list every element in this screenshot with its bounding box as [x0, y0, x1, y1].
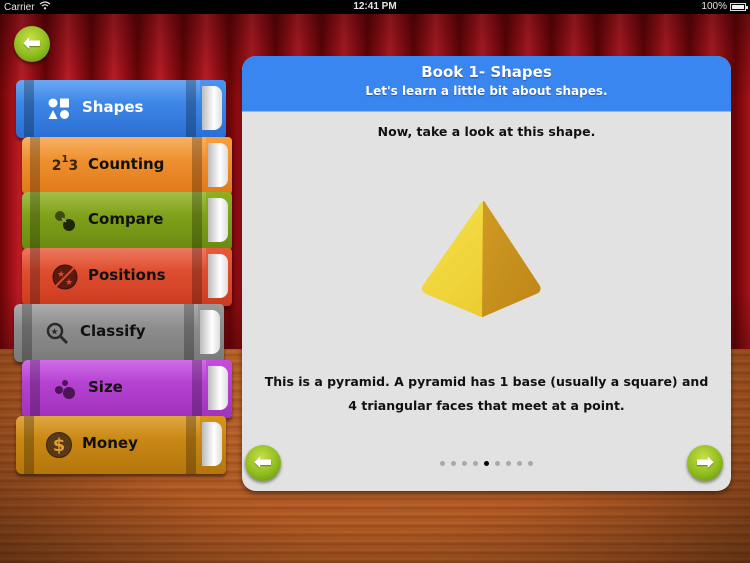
page-dot[interactable] — [495, 461, 500, 466]
compare-icon — [52, 208, 78, 234]
page-dot[interactable] — [462, 461, 467, 466]
back-button[interactable]: ⬅ — [14, 26, 50, 62]
pyramid-image — [418, 194, 548, 324]
panel-subtitle: Let's learn a little bit about shapes. — [365, 84, 608, 98]
size-dots-icon — [52, 376, 78, 402]
book-shapes[interactable]: Shapes — [16, 80, 226, 138]
magnifier-star-icon: ★ — [44, 320, 70, 346]
svg-text:★: ★ — [51, 328, 59, 338]
book-label: Money — [82, 434, 138, 452]
book-label: Classify — [80, 322, 146, 340]
lesson-description: This is a pyramid. A pyramid has 1 base … — [264, 374, 709, 413]
numbers-icon: 213 — [51, 153, 79, 175]
arrow-left-icon: ⬅ — [22, 31, 42, 56]
next-page-button[interactable]: ➡ — [687, 445, 723, 481]
book-label: Shapes — [82, 98, 144, 116]
status-bar: Carrier 12:41 PM 100% — [0, 0, 750, 14]
page-dot[interactable] — [506, 461, 511, 466]
panel-title: Book 1- Shapes — [421, 63, 552, 81]
book-label: Compare — [88, 210, 164, 228]
book-size[interactable]: Size — [22, 360, 232, 418]
page-dot[interactable] — [517, 461, 522, 466]
page-dot-active[interactable] — [484, 461, 489, 466]
book-counting[interactable]: 213 Counting — [22, 137, 232, 195]
positions-icon: ★ ★ — [52, 264, 78, 290]
lesson-prompt: Now, take a look at this shape. — [377, 124, 596, 139]
page-dot[interactable] — [473, 461, 478, 466]
book-label: Positions — [88, 266, 166, 284]
dollar-icon: $ — [46, 432, 72, 458]
stage: ⬅ Shapes 213 Counting Compare ★ ★ Positi… — [0, 14, 750, 563]
arrow-right-icon: ➡ — [695, 450, 715, 475]
shapes-icon — [46, 96, 72, 122]
svg-text:★: ★ — [57, 270, 65, 280]
page-dot[interactable] — [528, 461, 533, 466]
page-dot[interactable] — [440, 461, 445, 466]
page-dot[interactable] — [451, 461, 456, 466]
clock: 12:41 PM — [353, 1, 397, 12]
page-indicator — [242, 461, 731, 466]
book-compare[interactable]: Compare — [22, 192, 232, 250]
battery-icon — [730, 2, 748, 11]
battery-percent: 100% — [701, 1, 727, 12]
book-classify[interactable]: ★ Classify — [14, 304, 224, 362]
lesson-panel: Book 1- Shapes Let's learn a little bit … — [242, 56, 731, 491]
panel-header: Book 1- Shapes Let's learn a little bit … — [242, 56, 731, 112]
book-positions[interactable]: ★ ★ Positions — [22, 248, 232, 306]
book-label: Counting — [88, 155, 165, 173]
svg-text:★: ★ — [65, 278, 73, 288]
book-label: Size — [88, 378, 123, 396]
book-money[interactable]: $ Money — [16, 416, 226, 474]
